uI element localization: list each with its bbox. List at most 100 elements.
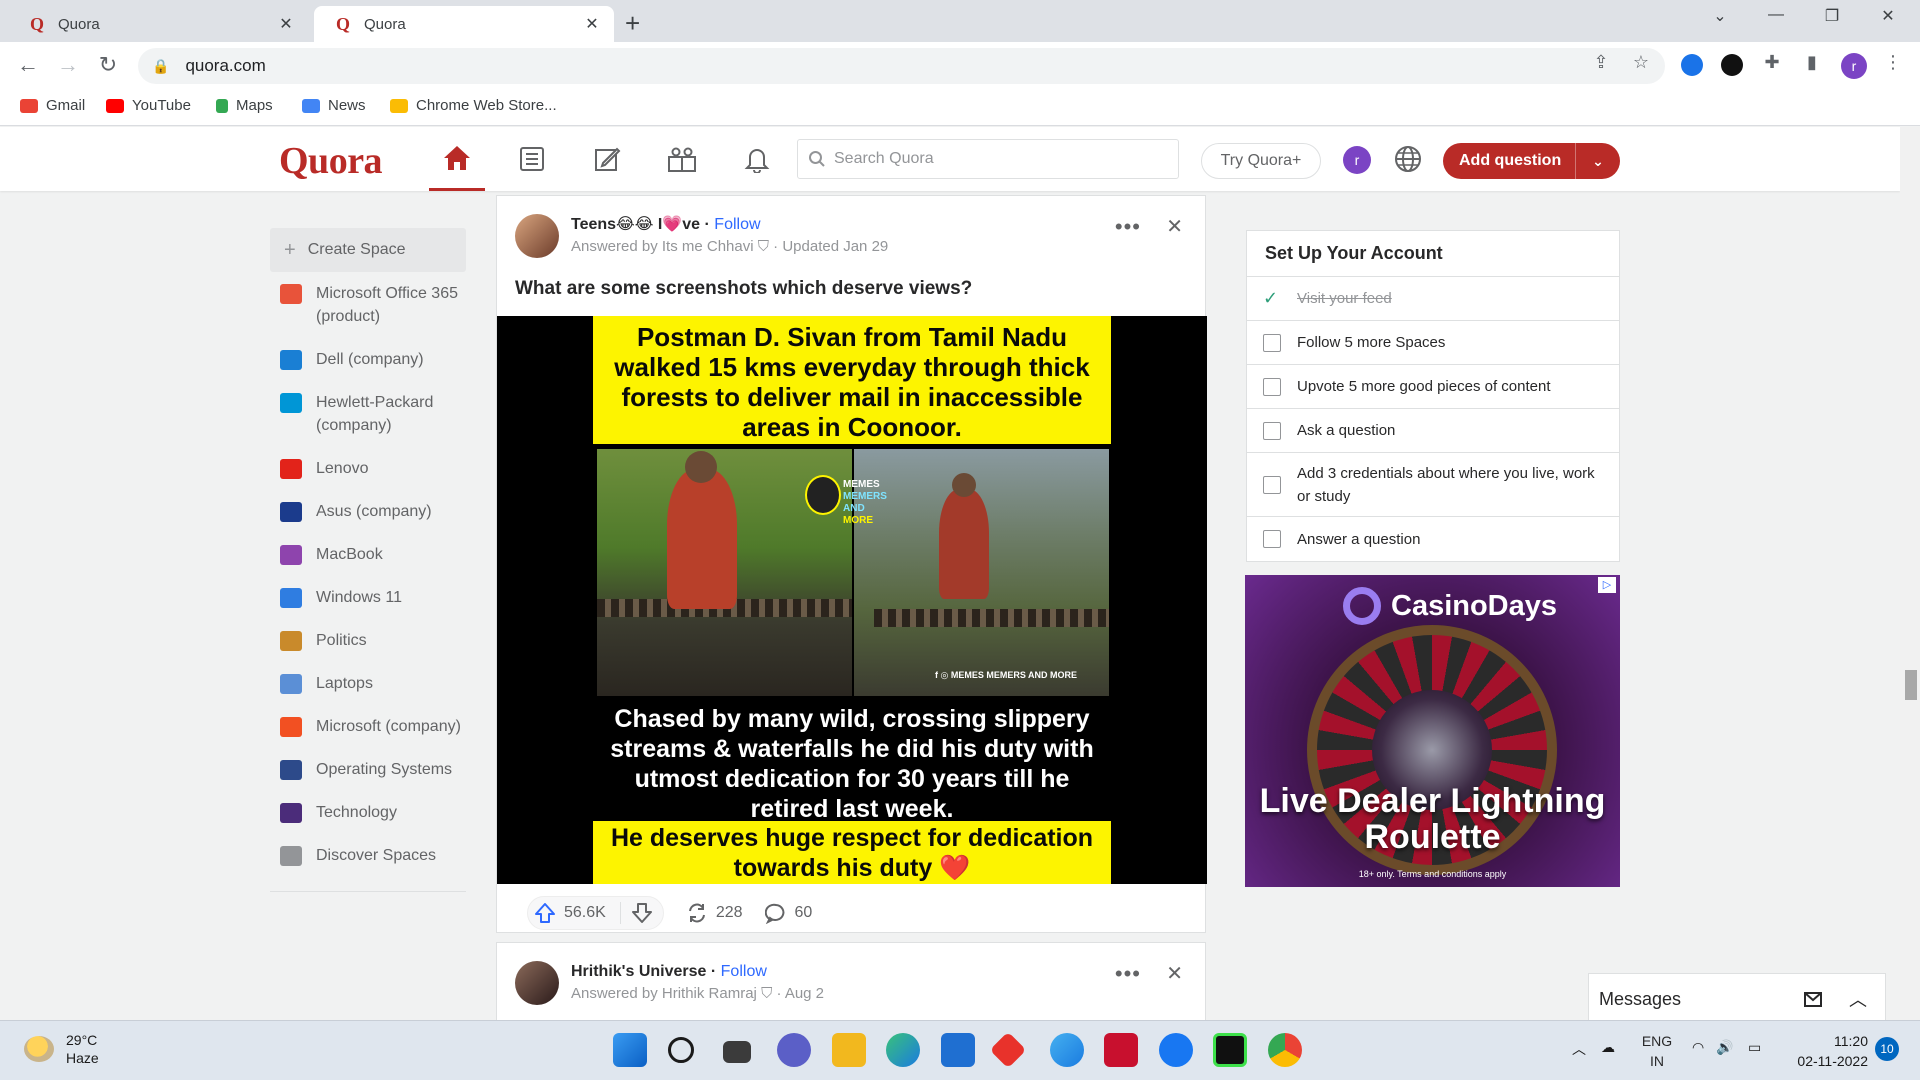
- skype-icon[interactable]: [1050, 1033, 1084, 1067]
- chrome-menu-icon[interactable]: ⋮: [1880, 52, 1906, 73]
- language-indicator[interactable]: ENG IN: [1637, 1031, 1677, 1071]
- teams-chat-icon[interactable]: [777, 1033, 811, 1067]
- extension-shazam-icon[interactable]: [1681, 54, 1703, 76]
- quora-logo[interactable]: Quora: [279, 139, 383, 183]
- try-quora-plus-button[interactable]: Try Quora+: [1201, 143, 1321, 179]
- nav-home[interactable]: [429, 127, 485, 191]
- sidebar-space-item[interactable]: Hewlett-Packard (company): [270, 381, 466, 447]
- add-question-button[interactable]: Add question ⌄: [1443, 143, 1620, 179]
- mcafee-icon[interactable]: [1104, 1033, 1138, 1067]
- restore-icon[interactable]: ❐: [1812, 6, 1852, 26]
- chevron-up-icon[interactable]: ︿: [1849, 986, 1867, 1012]
- nav-following[interactable]: [504, 127, 560, 191]
- bookmark-maps[interactable]: Maps: [216, 97, 273, 114]
- extension-audio-icon[interactable]: [1721, 54, 1743, 76]
- browser-tab-active[interactable]: Q Quora ✕: [314, 6, 614, 42]
- sidebar-space-item[interactable]: Lenovo: [270, 447, 466, 490]
- back-icon[interactable]: ←: [14, 52, 42, 78]
- share-button[interactable]: 228: [686, 902, 743, 924]
- browser-tab[interactable]: Q Quora ✕: [8, 6, 308, 42]
- checkbox[interactable]: [1263, 377, 1281, 396]
- reload-icon[interactable]: ↻: [94, 52, 122, 78]
- forward-icon[interactable]: →: [54, 52, 82, 78]
- globe-language-icon[interactable]: [1392, 143, 1424, 175]
- setup-task-row[interactable]: Answer a question: [1247, 517, 1619, 561]
- extensions-puzzle-icon[interactable]: ✚: [1759, 52, 1785, 73]
- downvote-arrow-icon[interactable]: [631, 902, 653, 924]
- checkbox[interactable]: [1263, 530, 1281, 548]
- answered-by[interactable]: Answered by Hrithik Ramraj: [571, 985, 757, 1002]
- sidebar-space-item[interactable]: Laptops: [270, 662, 466, 705]
- space-avatar[interactable]: [515, 214, 559, 258]
- wifi-icon[interactable]: ◠: [1692, 1039, 1704, 1056]
- nav-answer[interactable]: [579, 127, 635, 191]
- page-scrollbar[interactable]: [1900, 127, 1920, 1020]
- minimize-icon[interactable]: —: [1756, 6, 1796, 24]
- search-box[interactable]: [797, 139, 1179, 179]
- setup-task-row[interactable]: ✓ Visit your feed: [1247, 277, 1619, 321]
- space-name[interactable]: Teens😂😂 I💗ve: [571, 216, 700, 233]
- comment-button[interactable]: 60: [764, 902, 812, 924]
- messages-panel[interactable]: Messages ︿: [1588, 973, 1886, 1025]
- compose-message-icon[interactable]: [1803, 988, 1825, 1010]
- volume-icon[interactable]: 🔊: [1716, 1039, 1733, 1056]
- bookmark-youtube[interactable]: YouTube: [106, 97, 191, 114]
- chevron-down-icon[interactable]: ⌄: [1576, 153, 1620, 170]
- space-name[interactable]: Hrithik's Universe: [571, 963, 706, 980]
- task-view-icon[interactable]: [723, 1041, 751, 1063]
- sidebar-space-item[interactable]: Dell (company): [270, 338, 466, 381]
- share-icon[interactable]: ⇪: [1588, 52, 1614, 73]
- weather-tray-icon[interactable]: ☁: [1601, 1039, 1615, 1056]
- user-avatar[interactable]: r: [1343, 146, 1371, 174]
- facebook-icon[interactable]: [1159, 1033, 1193, 1067]
- create-space-button[interactable]: + Create Space: [270, 228, 466, 272]
- question-title[interactable]: What are some screenshots which deserve …: [515, 278, 972, 300]
- follow-link[interactable]: Follow: [721, 963, 767, 980]
- system-clock[interactable]: 11:20 02-11-2022: [1790, 1031, 1868, 1071]
- sidebar-space-item[interactable]: Microsoft Office 365 (product): [270, 272, 466, 338]
- browser-profile-avatar[interactable]: r: [1841, 53, 1867, 79]
- start-windows-icon[interactable]: [613, 1033, 647, 1067]
- checkbox[interactable]: [1263, 475, 1281, 494]
- setup-task-row[interactable]: Ask a question: [1247, 409, 1619, 453]
- bookmark-news[interactable]: News: [302, 97, 366, 114]
- bookmark-gmail[interactable]: Gmail: [20, 97, 85, 114]
- space-avatar[interactable]: [515, 961, 559, 1005]
- upvote-button[interactable]: 56.6K: [527, 896, 664, 930]
- more-options-icon[interactable]: •••: [1115, 961, 1141, 987]
- tab-search-chevron-icon[interactable]: ⌄: [1700, 6, 1740, 26]
- setup-task-row[interactable]: Follow 5 more Spaces: [1247, 321, 1619, 365]
- new-tab-icon[interactable]: +: [625, 8, 640, 39]
- sidebar-space-item[interactable]: Windows 11: [270, 576, 466, 619]
- pycharm-icon[interactable]: [1213, 1033, 1247, 1067]
- weather-widget[interactable]: 29°C Haze: [24, 1031, 99, 1067]
- edge-browser-icon[interactable]: [886, 1033, 920, 1067]
- checkbox[interactable]: [1263, 421, 1281, 440]
- microsoft-store-icon[interactable]: [941, 1033, 975, 1067]
- scrollbar-thumb[interactable]: [1905, 670, 1917, 700]
- tab-close-icon[interactable]: ✕: [276, 14, 296, 34]
- window-close-icon[interactable]: ✕: [1868, 6, 1908, 26]
- file-explorer-icon[interactable]: [832, 1033, 866, 1067]
- follow-link[interactable]: Follow: [714, 216, 760, 233]
- adchoices-icon[interactable]: ▷: [1598, 577, 1616, 593]
- dismiss-close-icon[interactable]: ✕: [1166, 214, 1183, 239]
- sidebar-space-item[interactable]: MacBook: [270, 533, 466, 576]
- chrome-icon[interactable]: [1268, 1033, 1302, 1067]
- bookmark-star-icon[interactable]: ☆: [1628, 52, 1654, 73]
- show-hidden-icons-chevron-icon[interactable]: ︿: [1572, 1039, 1586, 1059]
- nav-notifications[interactable]: [729, 127, 785, 191]
- sidebar-space-item[interactable]: Technology: [270, 791, 466, 834]
- setup-task-row[interactable]: Add 3 credentials about where you live, …: [1247, 453, 1619, 517]
- sidebar-space-item[interactable]: Discover Spaces: [270, 834, 466, 877]
- address-bar[interactable]: 🔒 quora.com: [138, 48, 1665, 84]
- post-image[interactable]: Postman D. Sivan from Tamil Nadu walked …: [497, 316, 1207, 884]
- answered-by[interactable]: Answered by Its me Chhavi: [571, 238, 754, 255]
- sidebar-space-item[interactable]: Operating Systems: [270, 748, 466, 791]
- sidebar-space-item[interactable]: Asus (company): [270, 490, 466, 533]
- search-icon[interactable]: [668, 1037, 694, 1063]
- search-input[interactable]: [834, 150, 1178, 168]
- sidebar-space-item[interactable]: Politics: [270, 619, 466, 662]
- more-options-icon[interactable]: •••: [1115, 214, 1141, 240]
- nav-spaces[interactable]: [654, 127, 710, 191]
